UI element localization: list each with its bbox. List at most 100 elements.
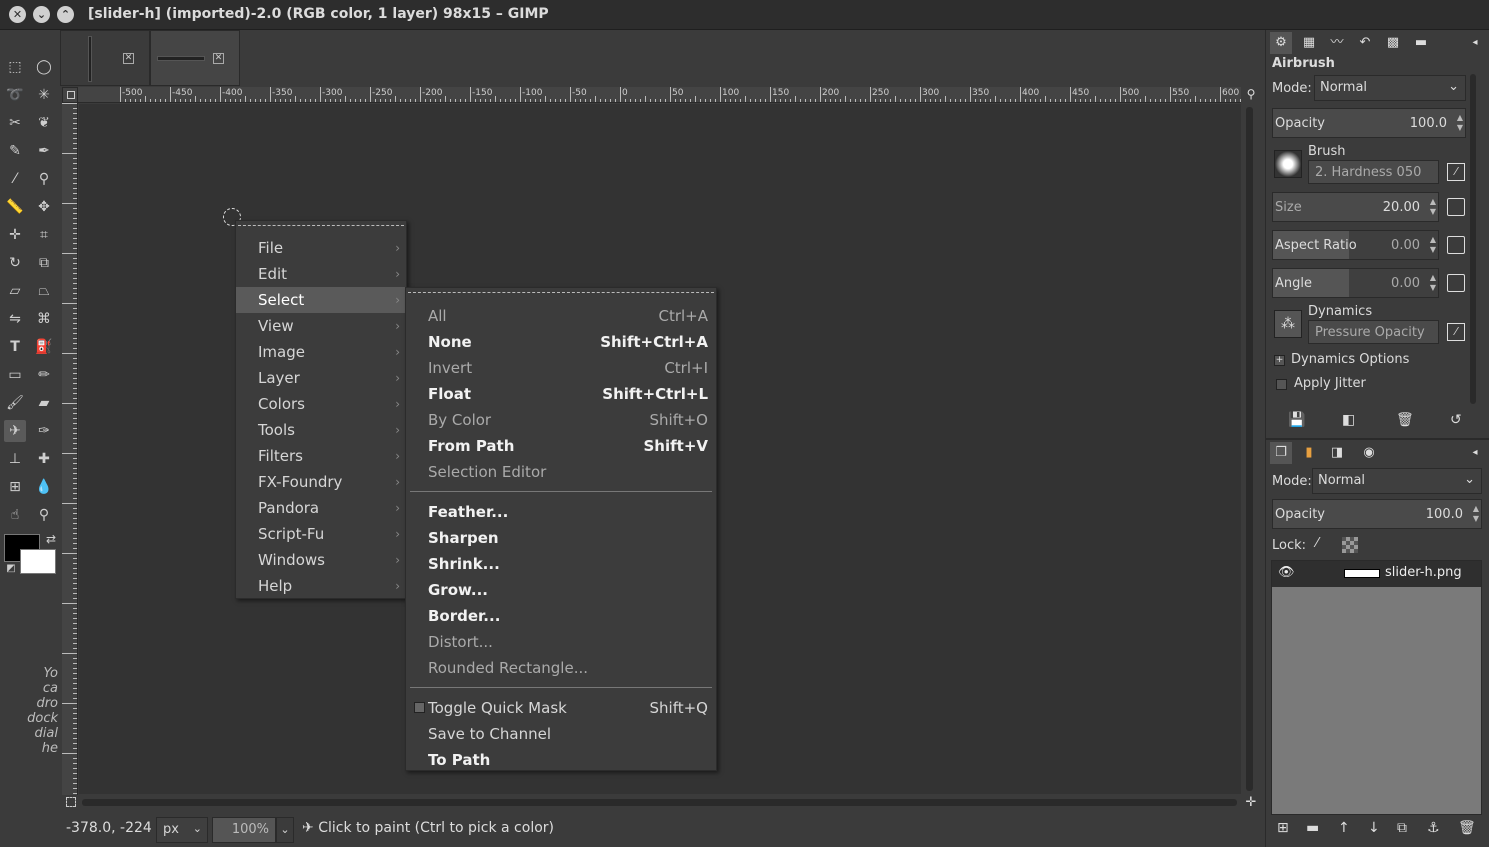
menu-item-script-fu[interactable]: Script-Fu › (236, 521, 406, 547)
channels-tab-icon[interactable]: ▮ (1298, 442, 1320, 464)
patterns-tab-icon[interactable]: ▩ (1382, 32, 1404, 54)
spin-arrows-icon[interactable]: ▲ ▼ (1430, 235, 1436, 255)
menu-item-fx-foundry[interactable]: FX-Foundry › (236, 469, 406, 495)
menu-item-windows[interactable]: Windows › (236, 547, 406, 573)
menu-item-filters[interactable]: Filters › (236, 443, 406, 469)
opacity-slider[interactable]: Opacity 100.0 ▲ ▼ (1272, 108, 1466, 138)
ellipse-select-icon[interactable]: ◯ (33, 56, 55, 78)
pen-icon[interactable]: ✒ (33, 140, 55, 162)
layer-opacity-slider[interactable]: Opacity 100.0 ▲ ▼ (1272, 499, 1482, 529)
layers-tab-icon[interactable]: ❐ (1270, 442, 1292, 464)
new-layer-group-icon[interactable]: ▬ (1306, 820, 1319, 836)
rotate-icon[interactable]: ↻ (4, 252, 26, 274)
layers-tab-menu-icon[interactable]: ◂ (1464, 442, 1486, 464)
edit-brush-icon[interactable]: ⁄ (1447, 163, 1465, 181)
select-item-sharpen[interactable]: Sharpen (406, 525, 716, 551)
paint-mode-select[interactable]: Normal ⌄ (1314, 75, 1466, 101)
scissors-select-icon[interactable]: ✂ (4, 112, 26, 134)
select-item-border[interactable]: Border... (406, 603, 716, 629)
zoom-canvas-icon[interactable]: ⚲ (1243, 87, 1259, 103)
paths-icon[interactable]: ✎ (4, 140, 26, 162)
text-icon[interactable]: T (4, 336, 26, 358)
scale-icon[interactable]: ⧉ (33, 252, 55, 274)
restore-options-icon[interactable]: ◧ (1342, 412, 1355, 428)
horizontal-scrollbar[interactable] (78, 796, 1241, 810)
tool-options-tab-icon[interactable]: ⚙ (1270, 32, 1292, 54)
close-tab-icon[interactable]: ✕ (213, 53, 224, 64)
menu-item-edit[interactable]: Edit › (236, 261, 406, 287)
delete-layer-icon[interactable]: 🗑 (1458, 820, 1476, 836)
close-window-icon[interactable]: ✕ (9, 6, 26, 23)
close-tab-icon[interactable]: ✕ (123, 53, 134, 64)
zoom-dropdown-icon[interactable]: ⌄ (276, 817, 294, 843)
cage-icon[interactable]: ⌘ (33, 308, 55, 330)
crop-icon[interactable]: ⌗ (33, 224, 55, 246)
free-select-icon[interactable]: ➰ (4, 84, 26, 106)
select-item-all[interactable]: All Ctrl+A (406, 303, 716, 329)
menu-item-help[interactable]: Help › (236, 573, 406, 599)
reset-aspect-icon[interactable] (1447, 236, 1465, 254)
reset-size-icon[interactable] (1447, 198, 1465, 216)
spin-arrows-icon[interactable]: ▲ ▼ (1430, 197, 1436, 217)
image-tab-2[interactable]: ✕ (150, 30, 240, 86)
background-color-swatch[interactable] (20, 549, 56, 574)
quick-mask-toggle-icon[interactable] (66, 797, 76, 807)
spin-arrows-icon[interactable]: ▲ ▼ (1473, 504, 1479, 524)
align-icon[interactable]: ✛ (4, 224, 26, 246)
menu-item-tools[interactable]: Tools › (236, 417, 406, 443)
select-item-feather[interactable]: Feather... (406, 499, 716, 525)
select-item-distort[interactable]: Distort... (406, 629, 716, 655)
color-picker-icon[interactable]: ⁄ (4, 168, 26, 190)
gradient-icon[interactable]: ▭ (4, 364, 26, 386)
navigate-icon[interactable]: ✛ (1243, 795, 1259, 811)
angle-slider[interactable]: Angle 0.00 ▲ ▼ (1272, 268, 1439, 298)
measure-icon[interactable]: 📏 (4, 196, 26, 218)
default-colors-icon[interactable]: ◩ (0, 558, 22, 580)
edit-dynamics-icon[interactable]: ⁄ (1447, 323, 1465, 341)
shear-icon[interactable]: ▱ (4, 280, 26, 302)
select-item-from-path[interactable]: From Path Shift+V (406, 433, 716, 459)
eraser-icon[interactable]: ▰ (33, 392, 55, 414)
zoom-icon[interactable]: ⚲ (33, 168, 55, 190)
select-item-by-color[interactable]: By Color Shift+O (406, 407, 716, 433)
smudge-icon[interactable]: ☝ (4, 504, 26, 526)
bucket-fill-icon[interactable]: ⛽ (33, 336, 55, 358)
save-options-icon[interactable]: 💾 (1288, 412, 1305, 428)
move-icon[interactable]: ✥ (33, 196, 55, 218)
select-item-shrink[interactable]: Shrink... (406, 551, 716, 577)
tear-off-line[interactable] (408, 292, 714, 293)
menu-item-layer[interactable]: Layer › (236, 365, 406, 391)
select-item-rounded-rectangle[interactable]: Rounded Rectangle... (406, 655, 716, 681)
duplicate-layer-icon[interactable]: ⧉ (1397, 820, 1407, 836)
minimize-window-icon[interactable]: ⌄ (33, 6, 50, 23)
blur-icon[interactable]: 💧 (33, 476, 55, 498)
tab-menu-icon[interactable]: ◂ (1464, 32, 1486, 54)
reset-options-icon[interactable]: ↺ (1450, 412, 1462, 428)
airbrush-icon[interactable]: ✈ (4, 420, 26, 442)
colors-tab-icon[interactable]: ▦ (1298, 32, 1320, 54)
perspective-icon[interactable]: ⏢ (33, 280, 55, 302)
spin-arrows-icon[interactable]: ▲ ▼ (1457, 113, 1463, 133)
layer-mode-select[interactable]: Normal ⌄ (1312, 468, 1482, 494)
tear-off-line[interactable] (238, 225, 404, 226)
paintbrush-icon[interactable]: 🖌 (4, 392, 26, 414)
layer-row[interactable]: 👁 slider-h.png (1272, 561, 1481, 587)
swap-colors-icon[interactable]: ⇄ (40, 528, 62, 550)
clone-icon[interactable]: ⊥ (4, 448, 26, 470)
paths-tab-icon[interactable]: 〰 (1326, 32, 1348, 54)
vertical-ruler[interactable] (62, 103, 78, 795)
select-item-grow[interactable]: Grow... (406, 577, 716, 603)
flip-icon[interactable]: ⇋ (4, 308, 26, 330)
new-layer-icon[interactable]: ⊞ (1277, 820, 1289, 836)
dynamics-options-expander[interactable]: + Dynamics Options (1274, 352, 1469, 370)
pencil-icon[interactable]: ✏ (33, 364, 55, 386)
tool-options-scrollbar[interactable] (1470, 74, 1476, 404)
foreground-select-icon[interactable]: ❦ (33, 112, 55, 134)
unit-select[interactable]: px ⌄ (156, 817, 208, 843)
dynamics-preview[interactable]: ⁂ (1274, 310, 1302, 338)
menu-item-image[interactable]: Image › (236, 339, 406, 365)
aspect-ratio-slider[interactable]: Aspect Ratio 0.00 ▲ ▼ (1272, 230, 1439, 260)
delete-options-icon[interactable]: 🗑 (1396, 412, 1414, 428)
perspective-clone-icon[interactable]: ⊞ (4, 476, 26, 498)
spin-arrows-icon[interactable]: ▲ ▼ (1430, 273, 1436, 293)
